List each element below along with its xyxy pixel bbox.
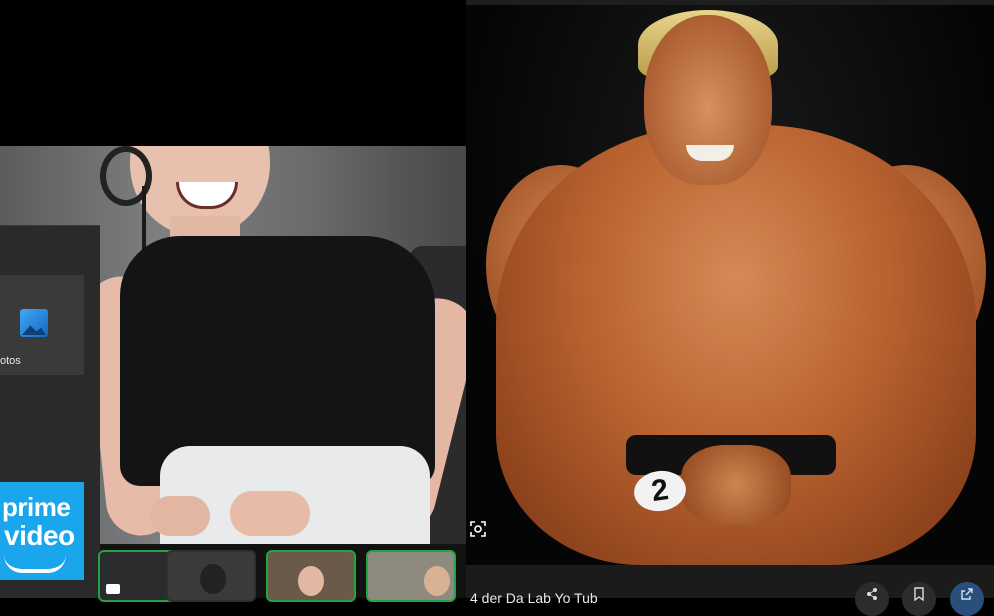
camera-icon [106, 584, 120, 594]
participant-avatar [200, 564, 226, 594]
person-hand-left [150, 496, 210, 536]
photos-icon [20, 309, 48, 337]
participant-thumbnail[interactable] [166, 550, 256, 602]
prime-smile-icon [4, 555, 66, 573]
start-menu-divider [0, 225, 100, 226]
lens-search-icon[interactable] [468, 520, 488, 540]
lens-search-icon-svg [470, 521, 486, 537]
share-button[interactable] [855, 582, 889, 616]
participant-thumbnail[interactable] [366, 550, 456, 602]
prime-video-logo-text-top: prime [2, 492, 71, 522]
save-button[interactable] [902, 582, 936, 616]
left-black-area [0, 0, 466, 146]
participant-thumbnail[interactable] [266, 550, 356, 602]
person-hand-right [230, 491, 310, 536]
image-source-title[interactable]: 4 der Da Lab Yo Tub [470, 590, 598, 606]
open-external-icon [961, 588, 973, 600]
share-icon [867, 588, 877, 600]
bodybuilder-fists [681, 445, 791, 525]
participant-avatar [424, 566, 450, 596]
participant-avatar [298, 566, 324, 596]
bookmark-icon [914, 587, 924, 602]
prime-video-logo-text-bottom: video [4, 520, 75, 551]
bodybuilder-image: 2 [466, 5, 994, 565]
photos-app-label: otos [0, 355, 21, 367]
open-external-button[interactable] [950, 582, 984, 616]
